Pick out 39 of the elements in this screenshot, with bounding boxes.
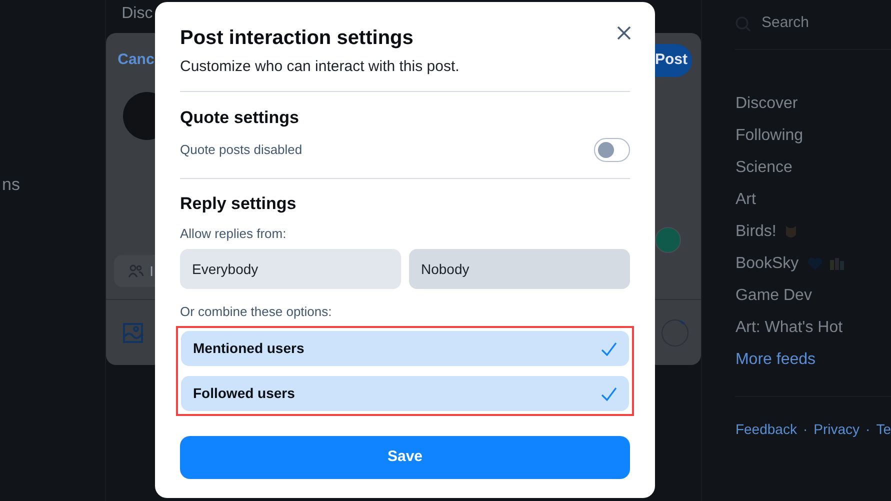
search-field[interactable]: Search — [761, 12, 809, 35]
feed-link[interactable]: Game Dev — [735, 284, 812, 308]
more-feeds-link[interactable]: More feeds — [735, 348, 816, 372]
section-heading: Quote settings — [180, 107, 300, 129]
interaction-label: I — [150, 262, 154, 280]
close-icon[interactable] — [615, 24, 633, 42]
toggle-label: Quote posts disabled — [180, 141, 302, 160]
feed-link[interactable]: Art: What's Hot — [735, 316, 843, 340]
people-icon — [128, 264, 144, 278]
quote-toggle[interactable] — [594, 138, 630, 162]
footer-link[interactable]: Feedback — [735, 419, 797, 440]
feed-link[interactable]: Art — [735, 188, 756, 212]
cancel-link[interactable]: Canc — [118, 49, 154, 72]
feed-tab[interactable]: Disc — [122, 2, 153, 26]
footer-link[interactable]: Te — [876, 419, 891, 440]
owl-icon — [784, 224, 798, 240]
check-icon — [601, 342, 617, 356]
footer-link[interactable]: Privacy — [814, 419, 860, 440]
nav-label: ns — [2, 174, 21, 196]
feed-link[interactable]: Science — [735, 156, 792, 180]
section-heading: Reply settings — [180, 193, 298, 215]
reply-option[interactable]: Followed users — [181, 376, 629, 411]
check-icon — [601, 386, 617, 400]
feed-link[interactable]: Birds! — [735, 220, 776, 244]
reply-choice[interactable]: Everybody — [180, 249, 401, 289]
books-icon — [828, 257, 845, 271]
save-button[interactable]: Save — [180, 436, 630, 479]
feed-link[interactable]: BookSky — [735, 252, 799, 276]
allow-label: Allow replies from: — [180, 225, 288, 243]
reply-choice[interactable]: Nobody — [409, 249, 630, 289]
reply-option[interactable]: Mentioned users — [181, 331, 629, 366]
feed-link[interactable]: Following — [735, 124, 804, 148]
separator-dot: · — [802, 420, 808, 439]
dialog-title: Post interaction settings — [180, 26, 414, 51]
combine-label: Or combine these options: — [180, 303, 333, 321]
dialog-subtitle: Customize who can interact with this post. — [180, 57, 460, 77]
separator-dot: · — [866, 420, 870, 439]
feed-link[interactable]: Discover — [735, 92, 798, 116]
progress-ring-icon — [660, 318, 690, 348]
